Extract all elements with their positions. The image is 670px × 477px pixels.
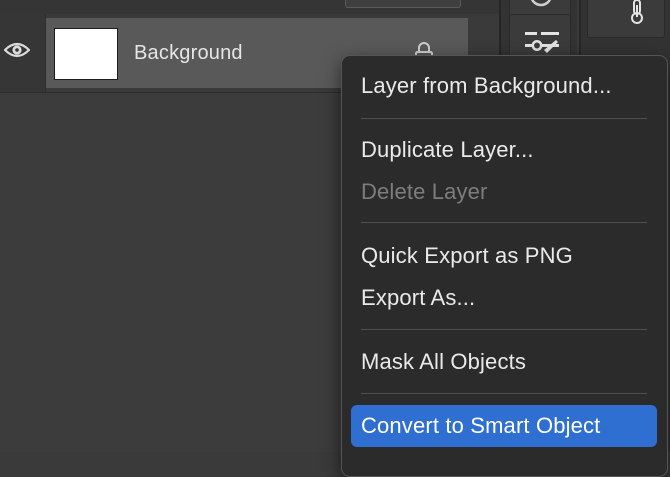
menu-separator <box>361 329 647 330</box>
eye-icon[interactable] <box>3 41 31 59</box>
thermometer-icon <box>628 0 646 30</box>
menu-item-quick-export-png[interactable]: Quick Export as PNG <box>361 243 573 269</box>
layer-thumbnail <box>54 28 118 80</box>
visibility-column <box>0 14 46 92</box>
menu-item-duplicate-layer[interactable]: Duplicate Layer... <box>361 137 534 163</box>
menu-item-convert-to-smart-object[interactable]: Convert to Smart Object <box>361 413 600 439</box>
menu-separator <box>361 222 647 223</box>
half-circle-icon <box>530 0 552 14</box>
menu-item-layer-from-background[interactable]: Layer from Background... <box>361 73 612 99</box>
menu-separator <box>361 118 647 119</box>
thermo-tool-button[interactable] <box>587 0 665 38</box>
menu-item-delete-layer: Delete Layer <box>361 179 488 204</box>
menu-separator <box>361 393 647 394</box>
layer-name: Background <box>134 42 243 64</box>
menu-item-mask-all-objects[interactable]: Mask All Objects <box>361 349 526 375</box>
layer-context-menu: Layer from Background... Duplicate Layer… <box>341 55 668 477</box>
menu-item-export-as[interactable]: Export As... <box>361 285 475 311</box>
panel-top-strip <box>0 0 500 14</box>
panel-top-control[interactable] <box>345 0 461 8</box>
